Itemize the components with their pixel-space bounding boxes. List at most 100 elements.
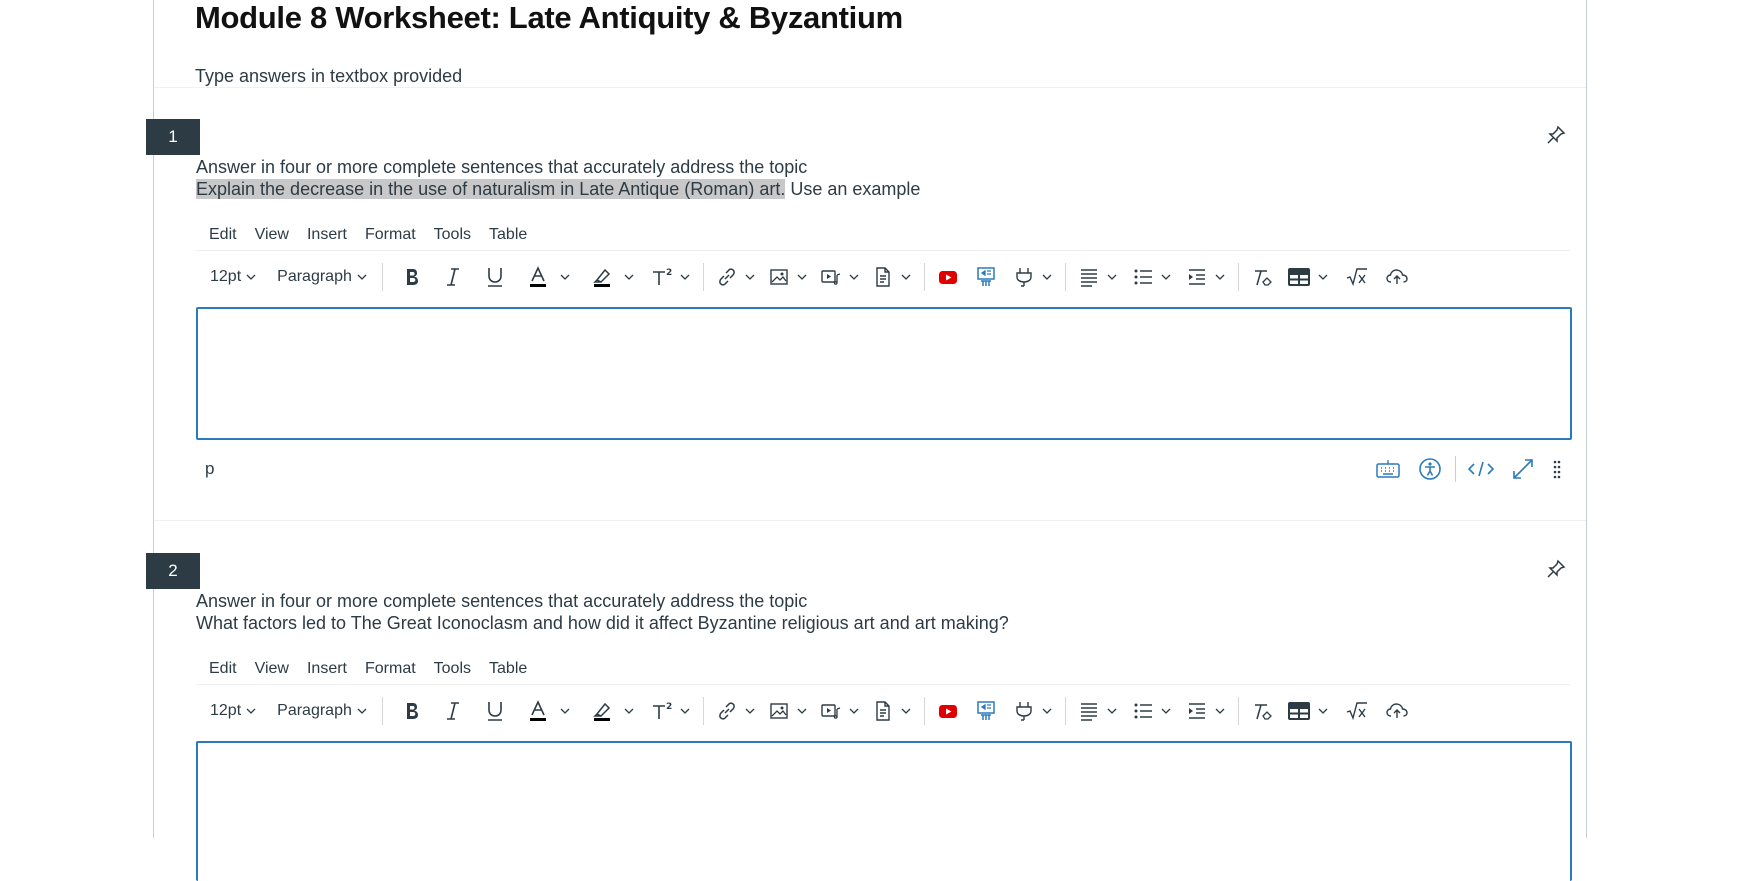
- text-color-icon[interactable]: [527, 694, 571, 728]
- menu-view[interactable]: View: [255, 660, 289, 678]
- bold-icon[interactable]: [401, 260, 423, 294]
- chevron-down-icon: [744, 271, 756, 283]
- highlight-color-icon[interactable]: [591, 260, 635, 294]
- question-number: 1: [146, 119, 200, 155]
- clear-formatting-icon[interactable]: [1251, 694, 1273, 728]
- chevron-down-icon: [623, 705, 635, 717]
- media-icon[interactable]: [820, 694, 860, 728]
- question-prompt: Answer in four or more complete sentence…: [196, 591, 808, 611]
- plugin-icon[interactable]: [1013, 260, 1053, 294]
- html-editor-icon[interactable]: [1460, 452, 1502, 486]
- cloud-upload-icon[interactable]: [1385, 260, 1409, 294]
- menu-format[interactable]: Format: [365, 660, 416, 678]
- chevron-down-icon: [1317, 271, 1329, 283]
- superscript-icon[interactable]: 2: [651, 260, 691, 294]
- indent-icon[interactable]: [1186, 260, 1226, 294]
- font-size-value: 12pt: [210, 268, 242, 285]
- bold-icon[interactable]: [401, 694, 423, 728]
- chevron-down-icon: [900, 271, 912, 283]
- align-icon[interactable]: [1078, 694, 1118, 728]
- divider: [154, 87, 1586, 88]
- chevron-down-icon: [848, 705, 860, 717]
- youtube-icon[interactable]: [937, 260, 959, 294]
- image-icon[interactable]: [768, 260, 808, 294]
- chevron-down-icon: [796, 705, 808, 717]
- highlight-color-icon[interactable]: [591, 694, 635, 728]
- clear-formatting-icon[interactable]: [1251, 260, 1273, 294]
- answer-editor[interactable]: [196, 307, 1572, 440]
- pin-icon[interactable]: [1543, 122, 1569, 148]
- page-title: Module 8 Worksheet: Late Antiquity & Byz…: [195, 0, 903, 35]
- pin-icon[interactable]: [1543, 556, 1569, 582]
- chevron-down-icon: [1106, 705, 1118, 717]
- chevron-down-icon: [1214, 705, 1226, 717]
- editor-toolbar: 12pt Paragraph 2: [196, 257, 1570, 297]
- question-detail: What factors led to The Great Iconoclasm…: [196, 613, 1009, 633]
- bullet-list-icon[interactable]: [1132, 260, 1172, 294]
- keyboard-shortcuts-icon[interactable]: [1367, 452, 1409, 486]
- math-equation-icon[interactable]: [1345, 260, 1369, 294]
- link-icon[interactable]: [716, 694, 756, 728]
- plugin-icon[interactable]: [1013, 694, 1053, 728]
- document-icon[interactable]: [872, 694, 912, 728]
- resize-handle-icon[interactable]: [1544, 452, 1570, 486]
- menu-tools[interactable]: Tools: [434, 226, 471, 244]
- menu-table[interactable]: Table: [489, 226, 527, 244]
- block-format-select[interactable]: Paragraph: [277, 694, 368, 728]
- align-icon[interactable]: [1078, 260, 1118, 294]
- italic-icon[interactable]: [443, 694, 463, 728]
- menu-table[interactable]: Table: [489, 660, 527, 678]
- indent-icon[interactable]: [1186, 694, 1226, 728]
- chevron-down-icon: [623, 271, 635, 283]
- element-path[interactable]: p: [205, 459, 214, 479]
- underline-icon[interactable]: [485, 694, 505, 728]
- document-icon[interactable]: [872, 260, 912, 294]
- chevron-down-icon: [1041, 705, 1053, 717]
- youtube-icon[interactable]: [937, 694, 959, 728]
- italic-icon[interactable]: [443, 260, 463, 294]
- table-icon[interactable]: [1287, 694, 1329, 728]
- accessibility-checker-icon[interactable]: [1409, 452, 1451, 486]
- math-equation-icon[interactable]: [1345, 694, 1369, 728]
- block-format-value: Paragraph: [277, 268, 352, 285]
- font-size-select[interactable]: 12pt: [210, 694, 257, 728]
- question-detail: Use an example: [785, 179, 921, 199]
- link-icon[interactable]: [716, 260, 756, 294]
- editor-menubar: Edit View Insert Format Tools Table: [196, 653, 1570, 685]
- svg-text:2: 2: [666, 268, 672, 278]
- menu-format[interactable]: Format: [365, 226, 416, 244]
- answer-editor[interactable]: [196, 741, 1572, 881]
- table-icon[interactable]: [1287, 260, 1329, 294]
- image-icon[interactable]: [768, 694, 808, 728]
- font-size-value: 12pt: [210, 702, 242, 719]
- menu-edit[interactable]: Edit: [209, 226, 237, 244]
- font-size-select[interactable]: 12pt: [210, 260, 257, 294]
- menu-insert[interactable]: Insert: [307, 660, 347, 678]
- text-color-icon[interactable]: [527, 260, 571, 294]
- chevron-down-icon: [1106, 271, 1118, 283]
- chevron-down-icon: [1160, 271, 1172, 283]
- chevron-down-icon: [744, 705, 756, 717]
- menu-view[interactable]: View: [255, 226, 289, 244]
- menu-tools[interactable]: Tools: [434, 660, 471, 678]
- editor-statusbar: p: [196, 449, 1570, 489]
- fullscreen-icon[interactable]: [1502, 452, 1544, 486]
- chevron-down-icon: [1214, 271, 1226, 283]
- block-format-select[interactable]: Paragraph: [277, 260, 368, 294]
- quiz-instructions: Type answers in textbox provided: [195, 66, 463, 86]
- chevron-down-icon: [245, 271, 257, 283]
- cloud-upload-icon[interactable]: [1385, 694, 1409, 728]
- app-tool-icon[interactable]: [975, 260, 997, 294]
- chevron-down-icon: [848, 271, 860, 283]
- chevron-down-icon: [1317, 705, 1329, 717]
- bullet-list-icon[interactable]: [1132, 694, 1172, 728]
- menu-insert[interactable]: Insert: [307, 226, 347, 244]
- app-tool-icon[interactable]: [975, 694, 997, 728]
- menu-edit[interactable]: Edit: [209, 660, 237, 678]
- media-icon[interactable]: [820, 260, 860, 294]
- editor-menubar: Edit View Insert Format Tools Table: [196, 219, 1570, 251]
- superscript-icon[interactable]: 2: [651, 694, 691, 728]
- underline-icon[interactable]: [485, 260, 505, 294]
- question-text: Answer in four or more complete sentence…: [196, 590, 1009, 634]
- block-format-value: Paragraph: [277, 702, 352, 719]
